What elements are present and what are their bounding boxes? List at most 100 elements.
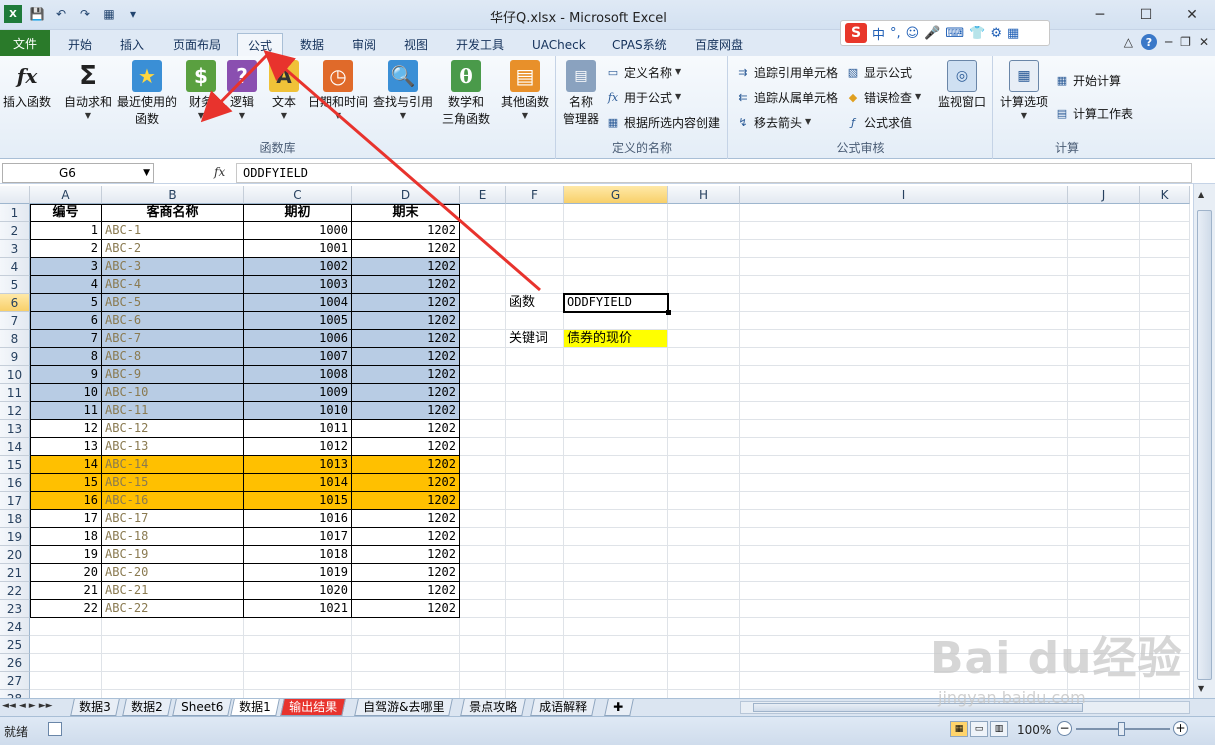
cell-i5[interactable] [740, 276, 1068, 294]
cell-f21[interactable] [506, 564, 564, 582]
cell-b16[interactable]: ABC-15 [102, 474, 244, 492]
cell-f23[interactable] [506, 600, 564, 618]
cell-e10[interactable] [460, 366, 506, 384]
ime-punctuation[interactable]: °, [890, 26, 901, 41]
cell-f2[interactable] [506, 222, 564, 240]
column-header-j[interactable]: J [1068, 186, 1140, 204]
cell-j4[interactable] [1068, 258, 1140, 276]
row-header[interactable]: 14 [0, 438, 30, 456]
column-header-h[interactable]: H [668, 186, 740, 204]
cell-g12[interactable] [564, 402, 668, 420]
column-header-k[interactable]: K [1140, 186, 1190, 204]
cell-g26[interactable] [564, 654, 668, 672]
cell-b14[interactable]: ABC-13 [102, 438, 244, 456]
zoom-level[interactable]: 100% [1017, 723, 1051, 737]
cell-d11[interactable]: 1202 [352, 384, 460, 402]
trace-dependents-button[interactable]: ⇇ 追踪从属单元格 [735, 87, 838, 107]
cell-c27[interactable] [244, 672, 352, 690]
column-header-e[interactable]: E [460, 186, 506, 204]
cell-k15[interactable] [1140, 456, 1190, 474]
cell-k2[interactable] [1140, 222, 1190, 240]
cell-j20[interactable] [1068, 546, 1140, 564]
cell-j19[interactable] [1068, 528, 1140, 546]
cell-c19[interactable]: 1017 [244, 528, 352, 546]
cell-c26[interactable] [244, 654, 352, 672]
print-preview-icon[interactable]: ▦ [100, 5, 118, 23]
cell-g1[interactable] [564, 204, 668, 222]
cell-d18[interactable]: 1202 [352, 510, 460, 528]
sheet-tab-idioms[interactable]: 成语解释 [530, 699, 596, 716]
fx-insert-function-icon[interactable]: fx [214, 165, 225, 179]
cell-a24[interactable] [30, 618, 102, 636]
cell-k13[interactable] [1140, 420, 1190, 438]
prev-sheet-icon[interactable]: ◄ [19, 701, 26, 711]
scroll-up-icon[interactable]: ▲ [1198, 190, 1204, 199]
cell-g22[interactable] [564, 582, 668, 600]
cell-b21[interactable]: ABC-20 [102, 564, 244, 582]
cell-k1[interactable] [1140, 204, 1190, 222]
cell-j23[interactable] [1068, 600, 1140, 618]
cell-f10[interactable] [506, 366, 564, 384]
cell-e5[interactable] [460, 276, 506, 294]
sheet-tab-data3[interactable]: 数据3 [70, 699, 120, 716]
cell-d3[interactable]: 1202 [352, 240, 460, 258]
cell-c9[interactable]: 1007 [244, 348, 352, 366]
cell-g24[interactable] [564, 618, 668, 636]
cell-i1[interactable] [740, 204, 1068, 222]
cell-c25[interactable] [244, 636, 352, 654]
column-header-a[interactable]: A [30, 186, 102, 204]
cell-c23[interactable]: 1021 [244, 600, 352, 618]
cell-a20[interactable]: 19 [30, 546, 102, 564]
insert-sheet-icon[interactable]: ✚ [604, 699, 634, 716]
cell-j10[interactable] [1068, 366, 1140, 384]
cell-f17[interactable] [506, 492, 564, 510]
cell-i20[interactable] [740, 546, 1068, 564]
remove-arrows-button[interactable]: ↯ 移去箭头 ▼ [735, 112, 811, 132]
cell-j8[interactable] [1068, 330, 1140, 348]
cell-d7[interactable]: 1202 [352, 312, 460, 330]
cell-j17[interactable] [1068, 492, 1140, 510]
cell-d22[interactable]: 1202 [352, 582, 460, 600]
cell-i16[interactable] [740, 474, 1068, 492]
recently-used-button[interactable]: ★ 最近使用的 函数 [116, 60, 178, 128]
cell-h23[interactable] [668, 600, 740, 618]
cell-b13[interactable]: ABC-12 [102, 420, 244, 438]
cell-d17[interactable]: 1202 [352, 492, 460, 510]
cell-j9[interactable] [1068, 348, 1140, 366]
emoji-icon[interactable]: ☺ [906, 26, 920, 41]
cell-i11[interactable] [740, 384, 1068, 402]
cell-b28[interactable] [102, 690, 244, 698]
cell-i12[interactable] [740, 402, 1068, 420]
cell-f4[interactable] [506, 258, 564, 276]
cell-c14[interactable]: 1012 [244, 438, 352, 456]
row-header[interactable]: 22 [0, 582, 30, 600]
cell-a5[interactable]: 4 [30, 276, 102, 294]
tab-cpas[interactable]: CPAS系统 [602, 33, 677, 56]
cell-j18[interactable] [1068, 510, 1140, 528]
maximize-button[interactable]: ☐ [1123, 0, 1169, 30]
cell-k6[interactable] [1140, 294, 1190, 312]
zoom-in-icon[interactable]: + [1173, 721, 1188, 736]
cell-h16[interactable] [668, 474, 740, 492]
cell-g16[interactable] [564, 474, 668, 492]
cell-h10[interactable] [668, 366, 740, 384]
autosum-button[interactable]: Σ 自动求和 ▼ [60, 60, 116, 121]
cell-j12[interactable] [1068, 402, 1140, 420]
keyboard-icon[interactable]: ⌨ [945, 26, 964, 41]
cell-j5[interactable] [1068, 276, 1140, 294]
cell-k18[interactable] [1140, 510, 1190, 528]
cell-j11[interactable] [1068, 384, 1140, 402]
cell-e4[interactable] [460, 258, 506, 276]
cell-d27[interactable] [352, 672, 460, 690]
more-functions-button[interactable]: ▤ 其他函数 ▼ [498, 60, 552, 121]
ime-mode[interactable]: 中 [872, 24, 885, 43]
cell-c28[interactable] [244, 690, 352, 698]
cell-e9[interactable] [460, 348, 506, 366]
math-trig-button[interactable]: θ 数学和 三角函数 [438, 60, 494, 128]
cell-c8[interactable]: 1006 [244, 330, 352, 348]
cell-h4[interactable] [668, 258, 740, 276]
function-label-cell[interactable]: 函数 [506, 294, 564, 312]
text-button[interactable]: A 文本 ▼ [264, 60, 304, 121]
cell-e21[interactable] [460, 564, 506, 582]
cell-e8[interactable] [460, 330, 506, 348]
